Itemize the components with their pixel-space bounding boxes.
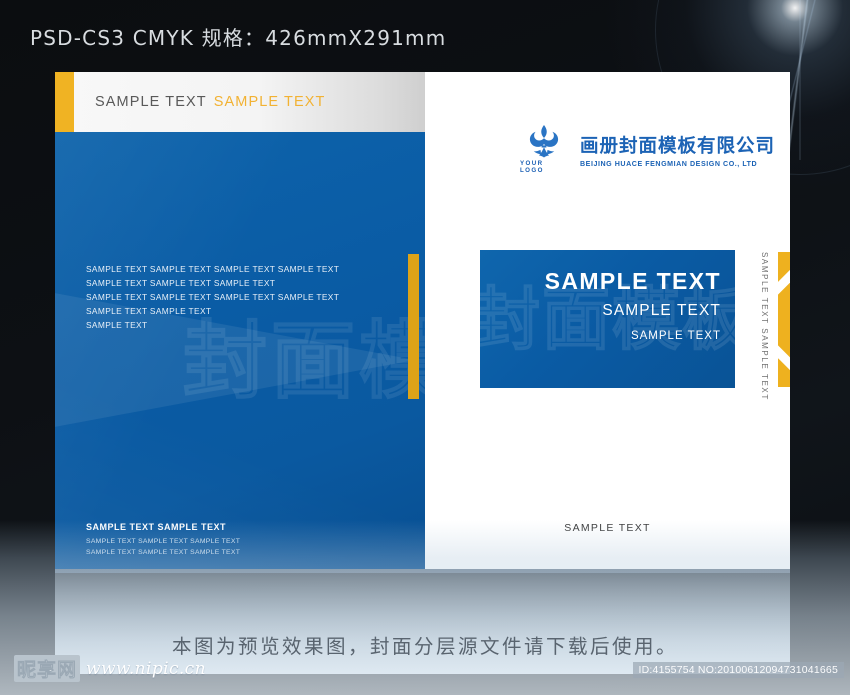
watermark-url: www.nipic.cn bbox=[86, 658, 206, 679]
body-line: SAMPLE TEXT bbox=[86, 320, 148, 330]
back-cover-top-text: SAMPLE TEXT SAMPLE TEXT bbox=[95, 72, 326, 132]
back-cover-top-strip: SAMPLE TEXT SAMPLE TEXT bbox=[55, 72, 425, 132]
front-cover-panel: YOUR LOGO 画册封面模板有限公司 BEIJING HUACE FENGM… bbox=[425, 72, 790, 569]
back-top-text-gray: SAMPLE TEXT bbox=[95, 94, 207, 110]
back-top-text-yellow: SAMPLE TEXT bbox=[213, 94, 326, 110]
back-footer-line: SAMPLE TEXT SAMPLE TEXT SAMPLE TEXT bbox=[86, 548, 241, 556]
body-line: SAMPLE TEXT SAMPLE TEXT SAMPLE TEXT SAMP… bbox=[86, 264, 340, 274]
body-line: SAMPLE TEXT SAMPLE TEXT bbox=[86, 306, 212, 316]
image-id-badge: ID:4155754 NO:20100612094731041665 bbox=[632, 662, 844, 678]
back-cover-panel: SAMPLE TEXT SAMPLE TEXT 封面模板 SAMPLE TEXT… bbox=[55, 72, 425, 569]
vertical-sample-text: SAMPLE TEXT SAMPLE TEXT bbox=[755, 250, 775, 401]
yellow-accent-bar bbox=[55, 72, 74, 132]
site-watermark: 昵享网 www.nipic.cn bbox=[14, 655, 206, 682]
body-line: SAMPLE TEXT SAMPLE TEXT SAMPLE TEXT bbox=[86, 278, 276, 288]
vertical-sample-text-label: SAMPLE TEXT SAMPLE TEXT bbox=[760, 252, 769, 401]
company-name-cn: 画册封面模板有限公司 bbox=[580, 135, 776, 157]
front-cover-blue-band: 封面模板 SAMPLE TEXT SAMPLE TEXT SAMPLE TEXT bbox=[480, 250, 735, 388]
chevron-left-icon bbox=[778, 264, 790, 375]
yellow-chevron-block bbox=[778, 252, 790, 387]
spine-yellow-bar bbox=[408, 254, 419, 399]
body-line: SAMPLE TEXT SAMPLE TEXT SAMPLE TEXT SAMP… bbox=[86, 292, 340, 302]
back-footer-line: SAMPLE TEXT SAMPLE TEXT SAMPLE TEXT bbox=[86, 538, 241, 545]
back-cover-blue-field: 封面模板 bbox=[55, 132, 425, 569]
back-footer-headline: SAMPLE TEXT SAMPLE TEXT bbox=[86, 522, 227, 532]
watermark-brand-cn: 昵享网 bbox=[14, 655, 81, 682]
back-cover-body-text: SAMPLE TEXT SAMPLE TEXT SAMPLE TEXT SAMP… bbox=[86, 262, 396, 332]
logo-mark: YOUR LOGO bbox=[520, 125, 568, 174]
back-cover-footer-block: SAMPLE TEXT SAMPLE TEXT SAMPLE TEXT SAMP… bbox=[86, 522, 386, 558]
company-logo-lockup: YOUR LOGO 画册封面模板有限公司 BEIJING HUACE FENGM… bbox=[520, 125, 775, 174]
front-band-subtitle: SAMPLE TEXT bbox=[602, 302, 721, 319]
front-band-title: SAMPLE TEXT bbox=[544, 268, 721, 294]
logo-placeholder-text: YOUR LOGO bbox=[520, 160, 544, 174]
company-name-en: BEIJING HUACE FENGMIAN DESIGN CO., LTD bbox=[580, 159, 758, 168]
fleur-de-lis-icon bbox=[529, 125, 559, 158]
front-band-caption: SAMPLE TEXT bbox=[630, 330, 721, 342]
front-band-text-block: SAMPLE TEXT SAMPLE TEXT SAMPLE TEXT bbox=[545, 268, 721, 342]
backdrop: PSD-CS3 CMYK 规格：426mmX291mm SAMPLE TEXT … bbox=[0, 0, 850, 695]
company-name-block: 画册封面模板有限公司 BEIJING HUACE FENGMIAN DESIGN… bbox=[580, 132, 775, 168]
brochure-cover-artwork: SAMPLE TEXT SAMPLE TEXT 封面模板 SAMPLE TEXT… bbox=[55, 72, 790, 569]
front-cover-footer-text: SAMPLE TEXT bbox=[564, 522, 651, 534]
spec-header-text: PSD-CS3 CMYK 规格：426mmX291mm bbox=[30, 26, 447, 50]
reflection-top-edge bbox=[55, 569, 790, 573]
